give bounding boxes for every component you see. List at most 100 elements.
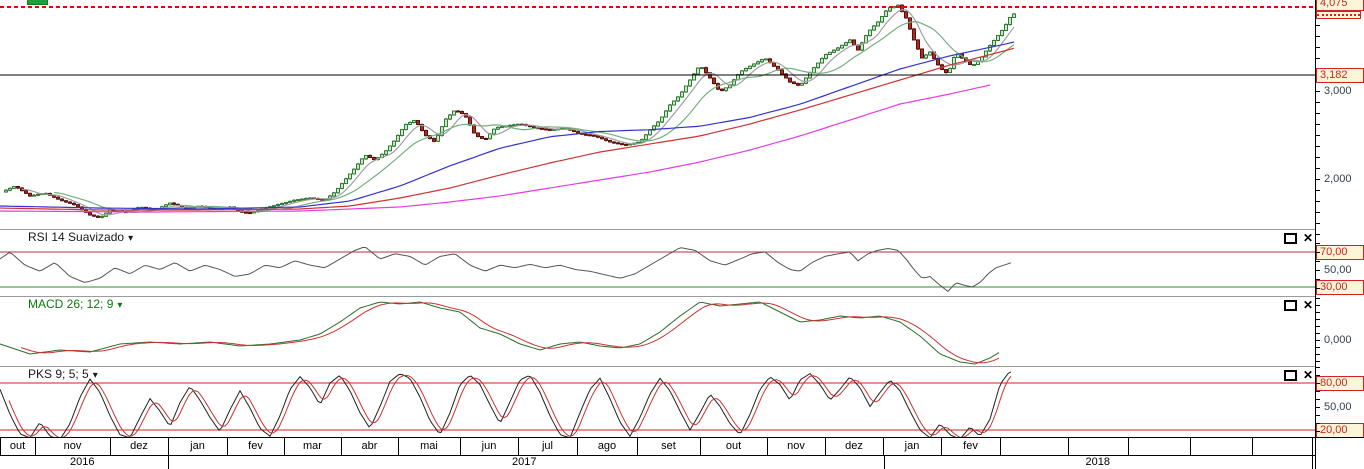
axis-tick bbox=[1316, 354, 1320, 355]
candle-down bbox=[481, 137, 484, 139]
month-cell: out bbox=[0, 440, 35, 452]
candle-up bbox=[925, 55, 928, 58]
candle-down bbox=[713, 78, 716, 84]
candle-up bbox=[873, 26, 876, 30]
candle-up bbox=[673, 101, 676, 105]
candle-up bbox=[297, 200, 300, 201]
candle-up bbox=[849, 40, 852, 43]
axis-corner-divider bbox=[1312, 438, 1313, 469]
month-divider bbox=[1000, 438, 1001, 455]
candle-up bbox=[829, 52, 832, 54]
candle-up bbox=[745, 69, 748, 71]
candle-up bbox=[497, 127, 500, 129]
clipped-price-label-box bbox=[1316, 11, 1361, 19]
candle-up bbox=[1005, 24, 1008, 30]
candle-down bbox=[797, 84, 800, 86]
axis-tick bbox=[1316, 212, 1320, 213]
candle-up bbox=[5, 190, 8, 192]
candle-up bbox=[993, 41, 996, 46]
candle-up bbox=[365, 155, 368, 158]
ma-magenta bbox=[0, 85, 990, 212]
candle-up bbox=[357, 164, 360, 169]
pks-d-line bbox=[9, 375, 1011, 437]
candle-up bbox=[345, 179, 348, 184]
candle-down bbox=[721, 89, 724, 90]
candle-up bbox=[821, 58, 824, 63]
candle-down bbox=[173, 203, 176, 204]
axis-tick bbox=[1316, 261, 1320, 262]
axis-tick bbox=[1316, 25, 1320, 26]
rsi-panel[interactable] bbox=[0, 229, 1315, 296]
price-axis[interactable]: 70,0050,0030,000,00080,0050,0020,004,075… bbox=[1315, 0, 1364, 469]
candle-up bbox=[409, 123, 412, 125]
candle-up bbox=[1001, 31, 1004, 36]
macd-panel[interactable] bbox=[0, 296, 1315, 366]
ma-mid-green bbox=[54, 22, 1014, 213]
price-label: 50,00 bbox=[1324, 401, 1352, 413]
main-price-chart[interactable] bbox=[0, 0, 1315, 229]
candle-up bbox=[333, 193, 336, 196]
month-cell: abr bbox=[341, 440, 398, 452]
price-label-box: 4,075 bbox=[1316, 0, 1364, 11]
candle-up bbox=[949, 69, 952, 73]
candle-up bbox=[741, 71, 744, 75]
year-divider bbox=[884, 455, 885, 469]
axis-tick bbox=[1316, 252, 1320, 253]
axis-tick bbox=[1316, 347, 1320, 348]
month-cell: out bbox=[700, 440, 767, 452]
candle-up bbox=[881, 17, 884, 22]
candle-down bbox=[609, 140, 612, 142]
axis-tick bbox=[1316, 168, 1320, 169]
candle-up bbox=[765, 59, 768, 60]
month-cell: nov bbox=[767, 440, 825, 452]
candle-up bbox=[645, 135, 648, 140]
candle-up bbox=[817, 63, 820, 68]
candle-up bbox=[681, 92, 684, 97]
pks-panel[interactable] bbox=[0, 366, 1315, 437]
candle-down bbox=[369, 155, 372, 157]
candle-up bbox=[305, 199, 308, 200]
candle-down bbox=[477, 133, 480, 137]
candle-down bbox=[921, 49, 924, 58]
price-label: 50,00 bbox=[1324, 264, 1352, 276]
axis-tick bbox=[1316, 36, 1320, 37]
candle-up bbox=[885, 11, 888, 16]
candle-up bbox=[697, 68, 700, 74]
month-row-baseline bbox=[0, 455, 1315, 456]
month-divider bbox=[1128, 438, 1129, 455]
candle-up bbox=[385, 151, 388, 155]
candle-up bbox=[997, 36, 1000, 41]
axis-tick bbox=[1316, 399, 1320, 400]
candle-up bbox=[273, 206, 276, 207]
candle-down bbox=[373, 157, 376, 159]
candle-down bbox=[461, 112, 464, 114]
axis-tick bbox=[1316, 361, 1320, 362]
candle-up bbox=[437, 135, 440, 141]
axis-tick bbox=[1316, 234, 1320, 235]
candle-down bbox=[969, 62, 972, 65]
candle-up bbox=[397, 136, 400, 142]
candle-up bbox=[929, 52, 932, 55]
time-axis[interactable]: outnovdezjanfevmarabrmaijunjulagosetoutn… bbox=[0, 437, 1364, 469]
candle-down bbox=[617, 143, 620, 144]
axis-tick bbox=[1316, 179, 1320, 180]
axis-tick bbox=[1316, 102, 1320, 103]
axis-tick bbox=[1316, 407, 1320, 408]
price-label: 2,000 bbox=[1324, 173, 1352, 185]
candle-up bbox=[509, 125, 512, 126]
candle-down bbox=[917, 40, 920, 49]
candle-up bbox=[165, 205, 168, 207]
macd-line bbox=[0, 302, 999, 364]
month-cell: set bbox=[637, 440, 700, 452]
candle-up bbox=[869, 30, 872, 36]
candle-up bbox=[657, 122, 660, 126]
candle-up bbox=[841, 45, 844, 48]
candle-down bbox=[913, 29, 916, 40]
candle-down bbox=[585, 134, 588, 135]
pks-k-line bbox=[0, 372, 1011, 437]
candle-up bbox=[825, 54, 828, 58]
month-cell: dez bbox=[825, 440, 883, 452]
axis-tick bbox=[1316, 124, 1320, 125]
axis-tick bbox=[1316, 312, 1320, 313]
candle-up bbox=[1009, 17, 1012, 24]
